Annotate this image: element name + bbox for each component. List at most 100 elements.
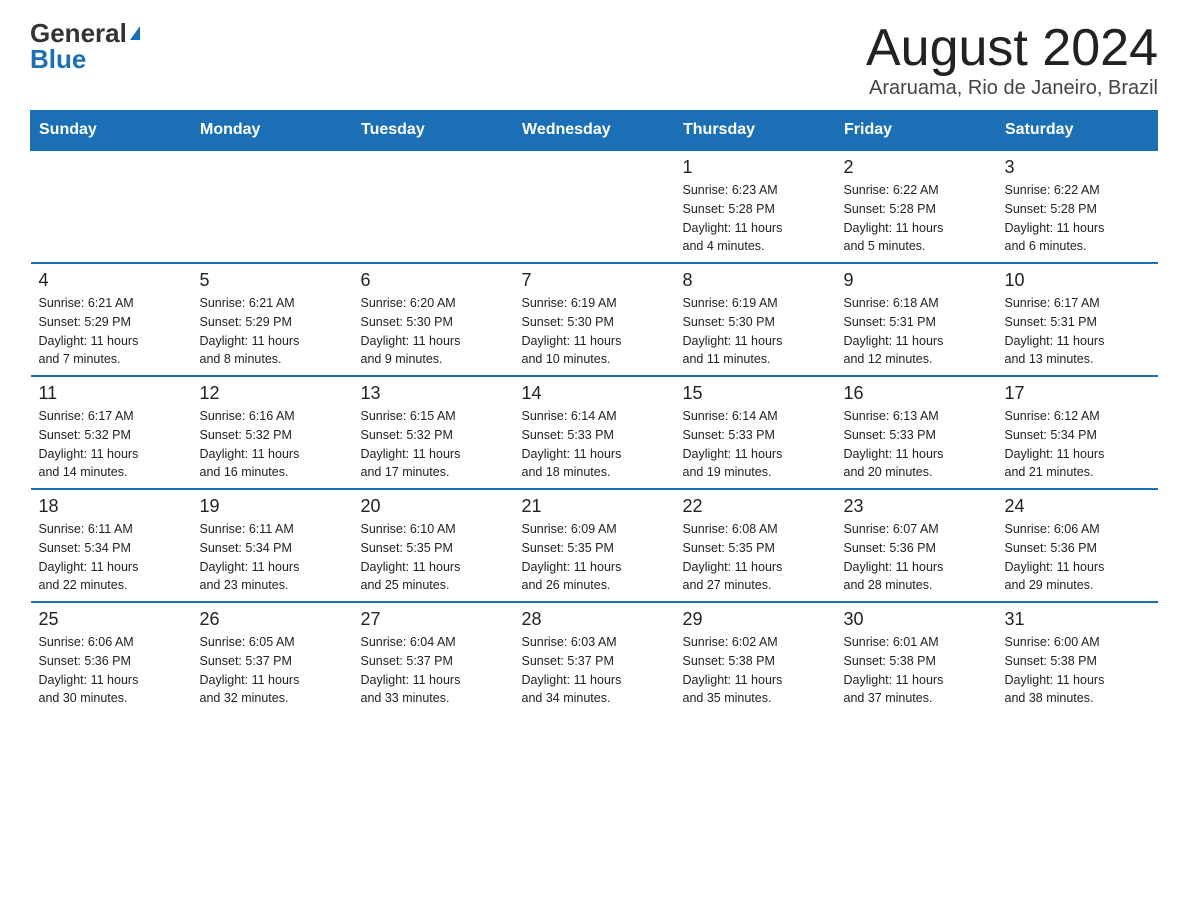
day-cell: [353, 150, 514, 263]
logo-blue-text: Blue: [30, 46, 86, 72]
day-info: Sunrise: 6:06 AMSunset: 5:36 PMDaylight:…: [1005, 520, 1150, 595]
day-number: 6: [361, 270, 506, 291]
day-info: Sunrise: 6:21 AMSunset: 5:29 PMDaylight:…: [39, 294, 184, 369]
day-number: 19: [200, 496, 345, 517]
day-number: 2: [844, 157, 989, 178]
day-info: Sunrise: 6:05 AMSunset: 5:37 PMDaylight:…: [200, 633, 345, 708]
day-info: Sunrise: 6:07 AMSunset: 5:36 PMDaylight:…: [844, 520, 989, 595]
day-number: 1: [683, 157, 828, 178]
day-cell: 21 Sunrise: 6:09 AMSunset: 5:35 PMDayligh…: [514, 489, 675, 602]
day-info: Sunrise: 6:11 AMSunset: 5:34 PMDaylight:…: [39, 520, 184, 595]
day-number: 8: [683, 270, 828, 291]
day-number: 20: [361, 496, 506, 517]
day-info: Sunrise: 6:15 AMSunset: 5:32 PMDaylight:…: [361, 407, 506, 482]
day-cell: 10 Sunrise: 6:17 AMSunset: 5:31 PMDayligh…: [997, 263, 1158, 376]
day-number: 31: [1005, 609, 1150, 630]
day-cell: 24 Sunrise: 6:06 AMSunset: 5:36 PMDayligh…: [997, 489, 1158, 602]
day-number: 21: [522, 496, 667, 517]
day-info: Sunrise: 6:02 AMSunset: 5:38 PMDaylight:…: [683, 633, 828, 708]
day-cell: 15 Sunrise: 6:14 AMSunset: 5:33 PMDayligh…: [675, 376, 836, 489]
day-info: Sunrise: 6:12 AMSunset: 5:34 PMDaylight:…: [1005, 407, 1150, 482]
day-number: 29: [683, 609, 828, 630]
day-number: 22: [683, 496, 828, 517]
header-monday: Monday: [192, 111, 353, 151]
header-wednesday: Wednesday: [514, 111, 675, 151]
logo-triangle-icon: [130, 26, 140, 40]
day-cell: 17 Sunrise: 6:12 AMSunset: 5:34 PMDayligh…: [997, 376, 1158, 489]
day-info: Sunrise: 6:10 AMSunset: 5:35 PMDaylight:…: [361, 520, 506, 595]
day-info: Sunrise: 6:03 AMSunset: 5:37 PMDaylight:…: [522, 633, 667, 708]
day-cell: 25 Sunrise: 6:06 AMSunset: 5:36 PMDayligh…: [31, 602, 192, 714]
day-cell: 4 Sunrise: 6:21 AMSunset: 5:29 PMDaylight…: [31, 263, 192, 376]
day-cell: 2 Sunrise: 6:22 AMSunset: 5:28 PMDaylight…: [836, 150, 997, 263]
day-info: Sunrise: 6:00 AMSunset: 5:38 PMDaylight:…: [1005, 633, 1150, 708]
calendar-table: Sunday Monday Tuesday Wednesday Thursday…: [30, 110, 1158, 714]
day-info: Sunrise: 6:23 AMSunset: 5:28 PMDaylight:…: [683, 181, 828, 256]
day-cell: 30 Sunrise: 6:01 AMSunset: 5:38 PMDayligh…: [836, 602, 997, 714]
day-cell: 12 Sunrise: 6:16 AMSunset: 5:32 PMDayligh…: [192, 376, 353, 489]
day-info: Sunrise: 6:16 AMSunset: 5:32 PMDaylight:…: [200, 407, 345, 482]
day-number: 25: [39, 609, 184, 630]
day-number: 30: [844, 609, 989, 630]
day-number: 10: [1005, 270, 1150, 291]
day-info: Sunrise: 6:09 AMSunset: 5:35 PMDaylight:…: [522, 520, 667, 595]
week-row-3: 11 Sunrise: 6:17 AMSunset: 5:32 PMDayligh…: [31, 376, 1158, 489]
day-info: Sunrise: 6:17 AMSunset: 5:32 PMDaylight:…: [39, 407, 184, 482]
day-number: 14: [522, 383, 667, 404]
day-number: 23: [844, 496, 989, 517]
day-number: 24: [1005, 496, 1150, 517]
calendar-location: Araruama, Rio de Janeiro, Brazil: [866, 77, 1158, 100]
day-cell: [192, 150, 353, 263]
day-cell: 14 Sunrise: 6:14 AMSunset: 5:33 PMDayligh…: [514, 376, 675, 489]
logo: General Blue: [30, 20, 140, 72]
day-info: Sunrise: 6:01 AMSunset: 5:38 PMDaylight:…: [844, 633, 989, 708]
day-cell: 11 Sunrise: 6:17 AMSunset: 5:32 PMDayligh…: [31, 376, 192, 489]
day-info: Sunrise: 6:21 AMSunset: 5:29 PMDaylight:…: [200, 294, 345, 369]
title-block: August 2024 Araruama, Rio de Janeiro, Br…: [866, 20, 1158, 100]
day-number: 15: [683, 383, 828, 404]
day-cell: 18Sunrise: 6:11 AMSunset: 5:34 PMDayligh…: [31, 489, 192, 602]
day-info: Sunrise: 6:22 AMSunset: 5:28 PMDaylight:…: [844, 181, 989, 256]
day-cell: 8 Sunrise: 6:19 AMSunset: 5:30 PMDaylight…: [675, 263, 836, 376]
day-info: Sunrise: 6:14 AMSunset: 5:33 PMDaylight:…: [683, 407, 828, 482]
day-number: 17: [1005, 383, 1150, 404]
day-info: Sunrise: 6:17 AMSunset: 5:31 PMDaylight:…: [1005, 294, 1150, 369]
day-cell: 23 Sunrise: 6:07 AMSunset: 5:36 PMDayligh…: [836, 489, 997, 602]
day-info: Sunrise: 6:19 AMSunset: 5:30 PMDaylight:…: [683, 294, 828, 369]
day-number: 9: [844, 270, 989, 291]
week-row-4: 18Sunrise: 6:11 AMSunset: 5:34 PMDayligh…: [31, 489, 1158, 602]
day-cell: 7 Sunrise: 6:19 AMSunset: 5:30 PMDaylight…: [514, 263, 675, 376]
day-info: Sunrise: 6:19 AMSunset: 5:30 PMDaylight:…: [522, 294, 667, 369]
day-info: Sunrise: 6:22 AMSunset: 5:28 PMDaylight:…: [1005, 181, 1150, 256]
day-cell: 27 Sunrise: 6:04 AMSunset: 5:37 PMDayligh…: [353, 602, 514, 714]
day-info: Sunrise: 6:18 AMSunset: 5:31 PMDaylight:…: [844, 294, 989, 369]
day-cell: 3Sunrise: 6:22 AMSunset: 5:28 PMDaylight…: [997, 150, 1158, 263]
day-info: Sunrise: 6:04 AMSunset: 5:37 PMDaylight:…: [361, 633, 506, 708]
day-number: 11: [39, 383, 184, 404]
day-info: Sunrise: 6:13 AMSunset: 5:33 PMDaylight:…: [844, 407, 989, 482]
day-info: Sunrise: 6:14 AMSunset: 5:33 PMDaylight:…: [522, 407, 667, 482]
day-number: 12: [200, 383, 345, 404]
day-info: Sunrise: 6:06 AMSunset: 5:36 PMDaylight:…: [39, 633, 184, 708]
day-number: 16: [844, 383, 989, 404]
day-cell: 13 Sunrise: 6:15 AMSunset: 5:32 PMDayligh…: [353, 376, 514, 489]
day-cell: 28 Sunrise: 6:03 AMSunset: 5:37 PMDayligh…: [514, 602, 675, 714]
day-number: 7: [522, 270, 667, 291]
day-number: 13: [361, 383, 506, 404]
week-row-1: 1 Sunrise: 6:23 AMSunset: 5:28 PMDaylight…: [31, 150, 1158, 263]
day-number: 27: [361, 609, 506, 630]
day-cell: 31 Sunrise: 6:00 AMSunset: 5:38 PMDayligh…: [997, 602, 1158, 714]
day-info: Sunrise: 6:11 AMSunset: 5:34 PMDaylight:…: [200, 520, 345, 595]
header-sunday: Sunday: [31, 111, 192, 151]
calendar-title: August 2024: [866, 20, 1158, 77]
day-number: 4: [39, 270, 184, 291]
day-number: 28: [522, 609, 667, 630]
day-info: Sunrise: 6:08 AMSunset: 5:35 PMDaylight:…: [683, 520, 828, 595]
day-number: 26: [200, 609, 345, 630]
day-cell: 5Sunrise: 6:21 AMSunset: 5:29 PMDaylight…: [192, 263, 353, 376]
header-saturday: Saturday: [997, 111, 1158, 151]
header-friday: Friday: [836, 111, 997, 151]
day-cell: 20 Sunrise: 6:10 AMSunset: 5:35 PMDayligh…: [353, 489, 514, 602]
week-row-5: 25 Sunrise: 6:06 AMSunset: 5:36 PMDayligh…: [31, 602, 1158, 714]
day-cell: 1 Sunrise: 6:23 AMSunset: 5:28 PMDaylight…: [675, 150, 836, 263]
